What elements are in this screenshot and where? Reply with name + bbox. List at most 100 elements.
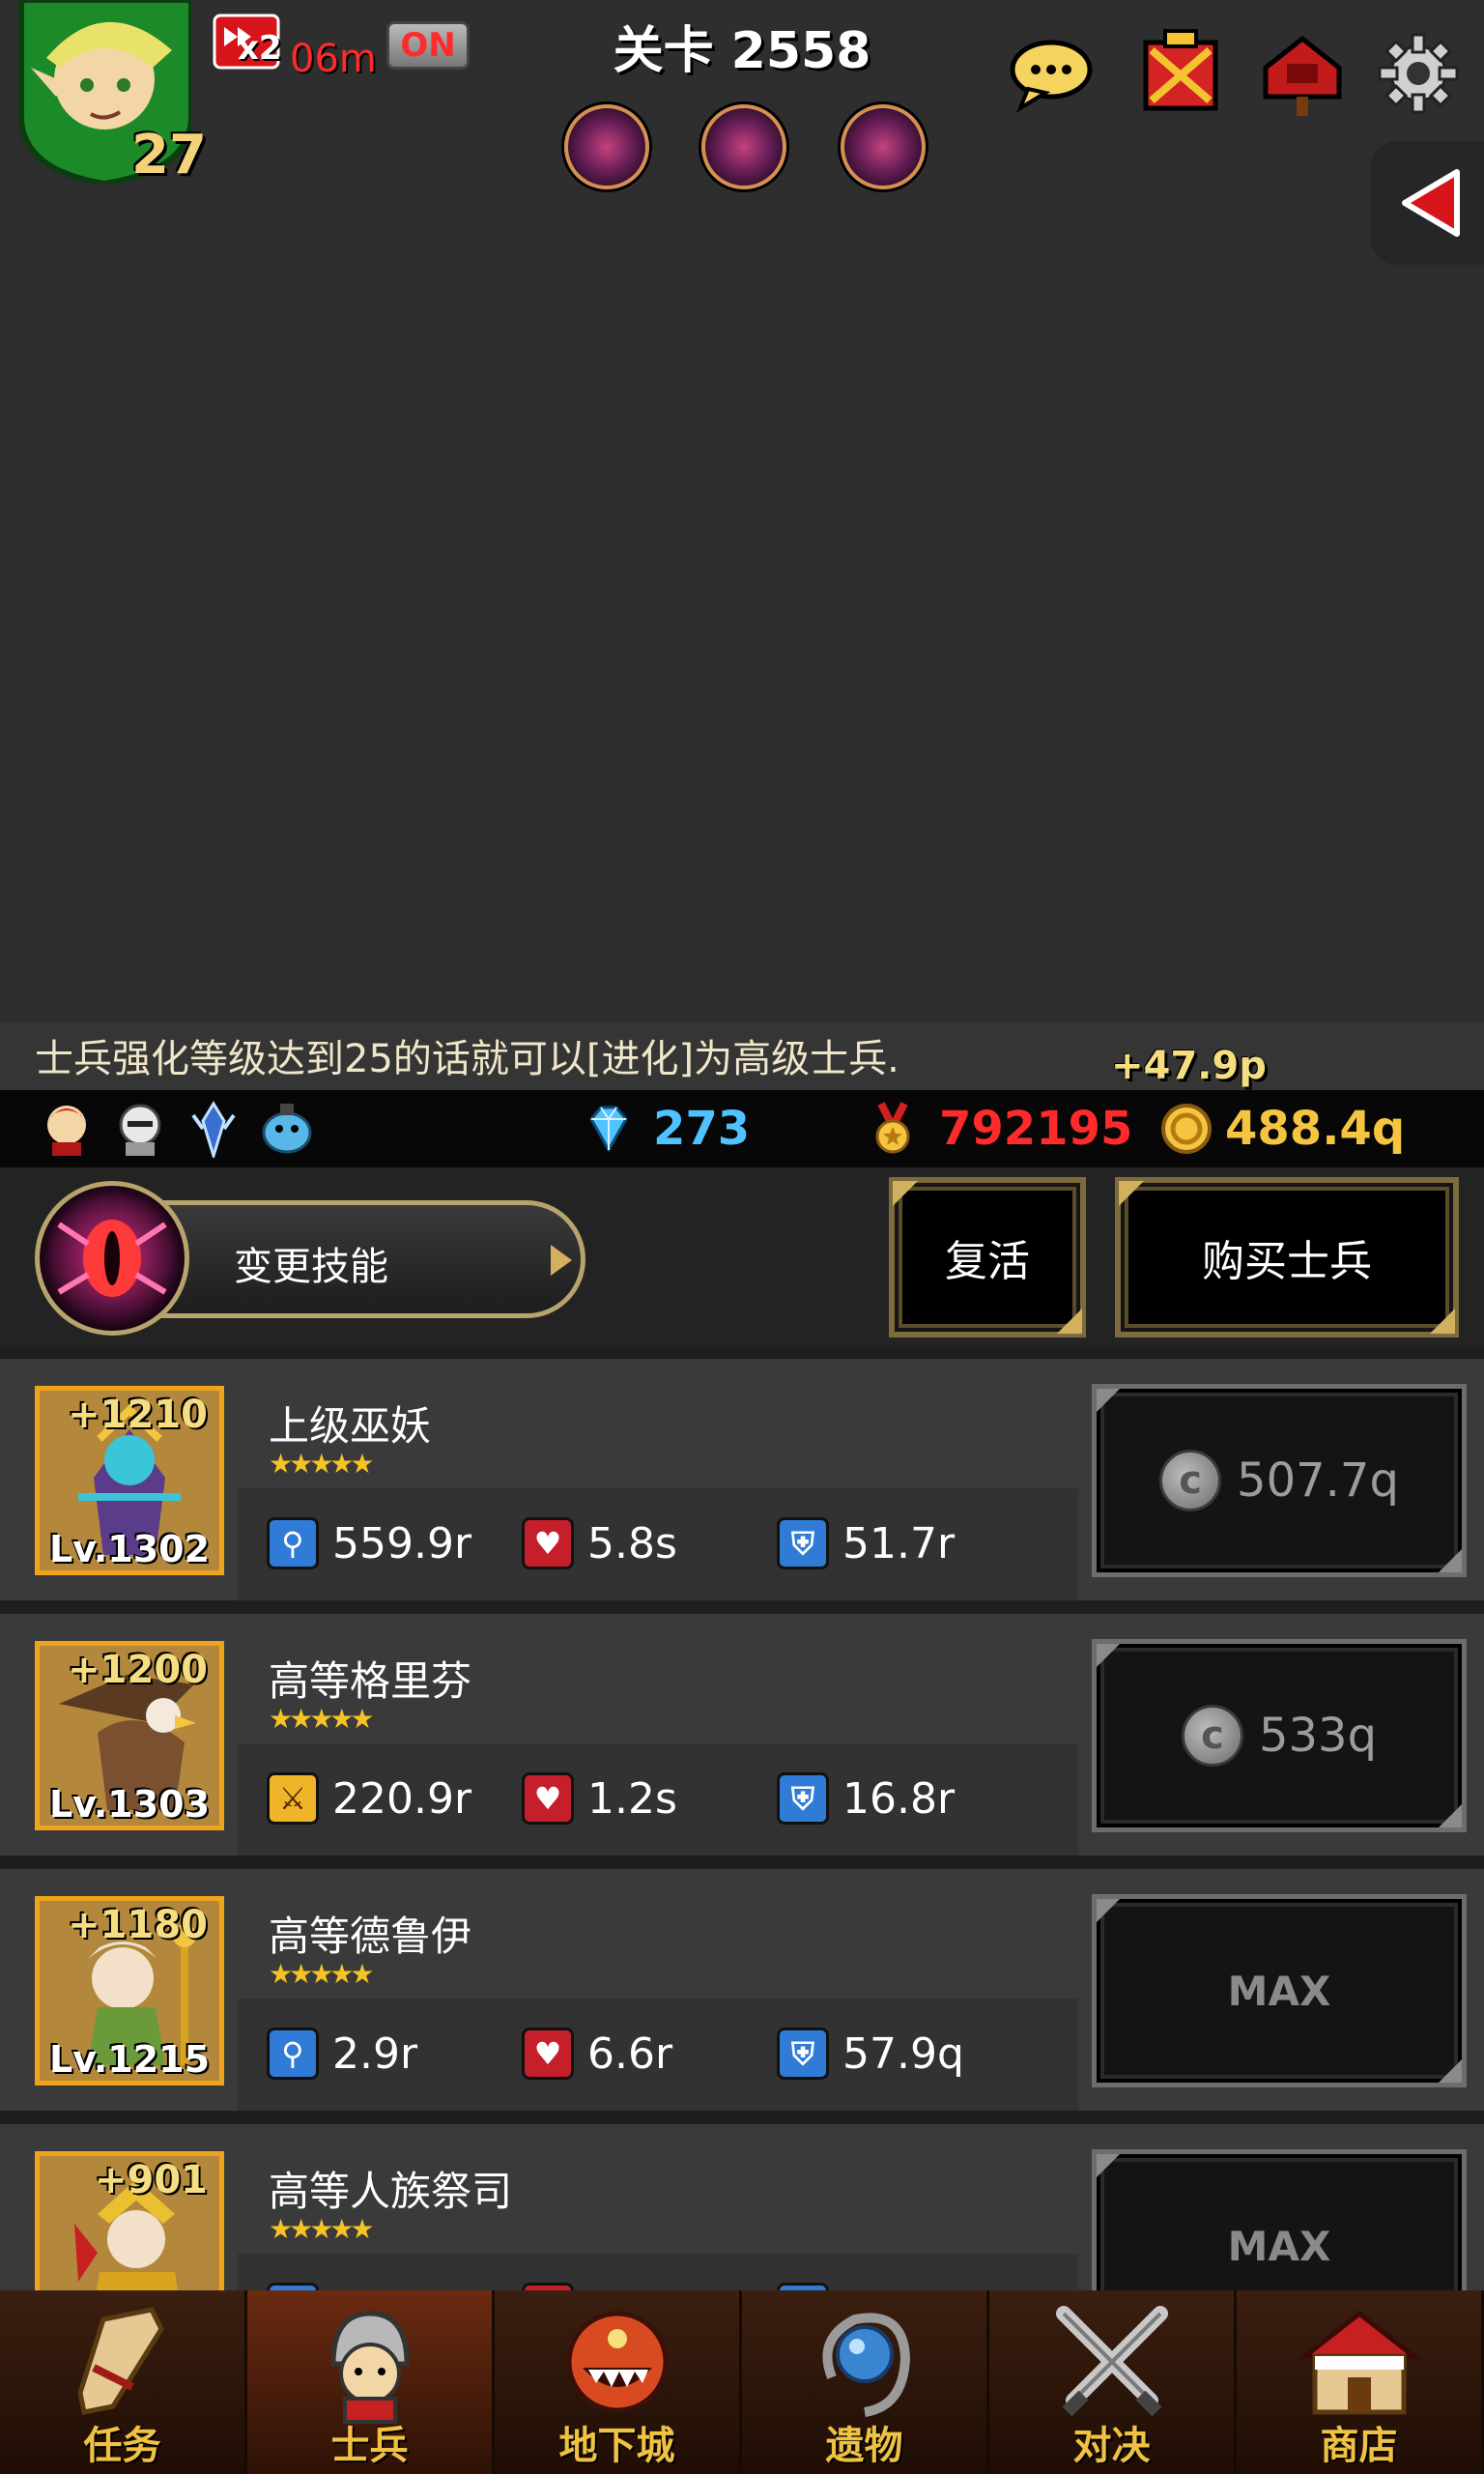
soldier-portrait[interactable]: +901 (35, 2151, 224, 2290)
shield-icon: ⛨ (777, 1517, 829, 1569)
nav-tab-duel[interactable]: 对决 (989, 2290, 1237, 2474)
medal-icon (875, 1102, 910, 1154)
bottom-nav: 任务 士兵 地下城 遗物 对决 商店 (0, 2290, 1484, 2474)
nav-tab-shop[interactable]: 商店 (1237, 2290, 1484, 2474)
upgrade-button[interactable]: c 507.7q (1092, 1384, 1467, 1577)
scroll-icon (76, 2307, 164, 2415)
change-skill-button[interactable]: 变更技能 (35, 1181, 585, 1336)
nav-label: 地下城 (558, 2424, 675, 2468)
revive-label: 复活 (945, 1237, 1030, 1286)
gear-icon[interactable] (1374, 29, 1463, 118)
heart-icon: ♥ (522, 2283, 574, 2290)
side-panel-toggle[interactable] (1370, 141, 1484, 265)
soldier-name: 上级巫妖 (269, 1402, 432, 1450)
medal-count: 792195 (939, 1102, 1133, 1156)
max-label: MAX (1227, 1967, 1331, 2015)
nav-label: 商店 (1320, 2424, 1398, 2468)
soldier-level: Lv.1303 (48, 1783, 211, 1826)
star-rating: ★★★★★ (269, 1958, 374, 1990)
attack-value: 559.9r (332, 1519, 472, 1568)
hp-value: 6.6r (587, 2029, 673, 2079)
relic-orb-icon (822, 2313, 910, 2417)
shield-icon: ⛨ (777, 2028, 829, 2080)
max-label: MAX (1227, 2222, 1331, 2270)
star-rating: ★★★★★ (269, 1703, 374, 1735)
auto-toggle[interactable]: ON (386, 21, 470, 70)
speed-multiplier: x2 (238, 29, 282, 68)
soldier-helmet-icon (329, 2311, 410, 2424)
player-level: 27 (131, 124, 207, 187)
nav-tab-soldiers[interactable]: 士兵 (247, 2290, 495, 2474)
gold-count: 488.4q (1225, 1102, 1406, 1156)
nav-label: 遗物 (825, 2424, 903, 2468)
silver-coin-icon: c (1181, 1705, 1243, 1767)
soldier-row: +1200 Lv.1303 高等格里芬 ★★★★★ ⚔ 220.9r ♥ 1.2… (0, 1614, 1484, 1856)
sword-icon: ⚔ (267, 1772, 319, 1825)
soldier-name: 高等德鲁伊 (269, 1913, 472, 1960)
boss-portrait-icon[interactable] (841, 104, 926, 189)
enhance-level: +1180 (68, 1903, 208, 1947)
stage-title: 关卡 2558 (613, 22, 871, 80)
magnifier-wand-icon: ⚲ (267, 1517, 319, 1569)
shield-icon: ⛨ (777, 2283, 829, 2290)
diamond-icon (589, 1106, 628, 1154)
magnifier-wand-icon: ⚲ (267, 2283, 319, 2290)
nav-tab-dungeon[interactable]: 地下城 (495, 2290, 742, 2474)
soldier-name: 高等人族祭司 (269, 2168, 513, 2215)
chat-icon[interactable] (1007, 29, 1096, 118)
attack-value: 2.9r (332, 2029, 418, 2079)
nav-label: 士兵 (330, 2424, 409, 2468)
soldier-portrait[interactable]: +1180 Lv.1215 (35, 1896, 224, 2086)
boss-portrait-icon[interactable] (564, 104, 649, 189)
enhance-level: +901 (94, 2158, 208, 2202)
soldier-row: +1180 Lv.1215 高等德鲁伊 ★★★★★ ⚲ 2.9r ♥ 6.6r … (0, 1869, 1484, 2111)
soldier-level: Lv.1302 (48, 1528, 211, 1570)
boss-portrait-icon[interactable] (701, 104, 786, 189)
soldier-portrait[interactable]: +1210 Lv.1302 (35, 1386, 224, 1575)
silver-coin-icon: c (1159, 1450, 1222, 1511)
gem-count: 273 (653, 1102, 751, 1156)
heart-icon: ♥ (522, 1517, 574, 1569)
nav-tab-quests[interactable]: 任务 (0, 2290, 247, 2474)
arrow-left-icon (1402, 169, 1460, 237)
gold-gain-popup: +47.9p (1111, 1044, 1267, 1088)
party-member-blob-icon[interactable] (259, 1100, 315, 1158)
hp-value: 5.8s (587, 1519, 677, 1568)
nav-tab-relics[interactable]: 遗物 (742, 2290, 989, 2474)
soldier-list[interactable]: +1210 Lv.1302 上级巫妖 ★★★★★ ⚲ 559.9r ♥ 5.8s… (0, 1347, 1484, 2290)
heart-icon: ♥ (522, 2028, 574, 2080)
nav-label: 任务 (83, 2424, 161, 2468)
party-member-crystal-icon[interactable] (186, 1100, 242, 1158)
skill-arrow-icon (551, 1245, 572, 1276)
enhance-level: +1210 (68, 1393, 208, 1437)
guild-banner-icon[interactable] (1136, 29, 1225, 118)
upgrade-button-maxed[interactable]: MAX (1092, 1894, 1467, 2087)
shop-icon (1298, 2310, 1420, 2415)
soldier-row: +1210 Lv.1302 上级巫妖 ★★★★★ ⚲ 559.9r ♥ 5.8s… (0, 1359, 1484, 1600)
upgrade-button[interactable]: c 533q (1092, 1639, 1467, 1832)
heart-icon: ♥ (522, 1772, 574, 1825)
party-member-knight-icon[interactable] (112, 1100, 168, 1158)
revive-button[interactable]: 复活 (889, 1177, 1086, 1338)
action-row: 变更技能 复活 购买士兵 (0, 1167, 1484, 1347)
crossed-swords-icon (1055, 2306, 1168, 2417)
player-avatar[interactable]: 27 (8, 0, 207, 187)
nav-label: 对决 (1072, 2424, 1151, 2468)
magnifier-wand-icon: ⚲ (267, 2028, 319, 2080)
soldier-portrait[interactable]: +1200 Lv.1303 (35, 1641, 224, 1830)
upgrade-button-maxed[interactable]: MAX (1092, 2149, 1467, 2290)
skill-eye-icon (35, 1181, 189, 1336)
enhance-level: +1200 (68, 1648, 208, 1692)
party-member-red-hair-icon[interactable] (39, 1100, 95, 1158)
top-hud: 27 x2 06m ON 关卡 2558 (0, 0, 1484, 265)
soldier-level: Lv.1215 (48, 2038, 211, 2081)
gold-coin-icon (1161, 1104, 1212, 1154)
mailbox-icon[interactable] (1258, 29, 1347, 118)
soldier-name: 高等格里芬 (269, 1657, 472, 1705)
upgrade-cost: 507.7q (1237, 1453, 1399, 1508)
buy-soldier-label: 购买士兵 (1202, 1237, 1372, 1286)
upgrade-cost: 533q (1258, 1709, 1378, 1763)
buy-soldier-button[interactable]: 购买士兵 (1115, 1177, 1459, 1338)
speed-timer: 06m (290, 37, 377, 81)
currency-bar: 273 792195 488.4q (0, 1090, 1484, 1167)
